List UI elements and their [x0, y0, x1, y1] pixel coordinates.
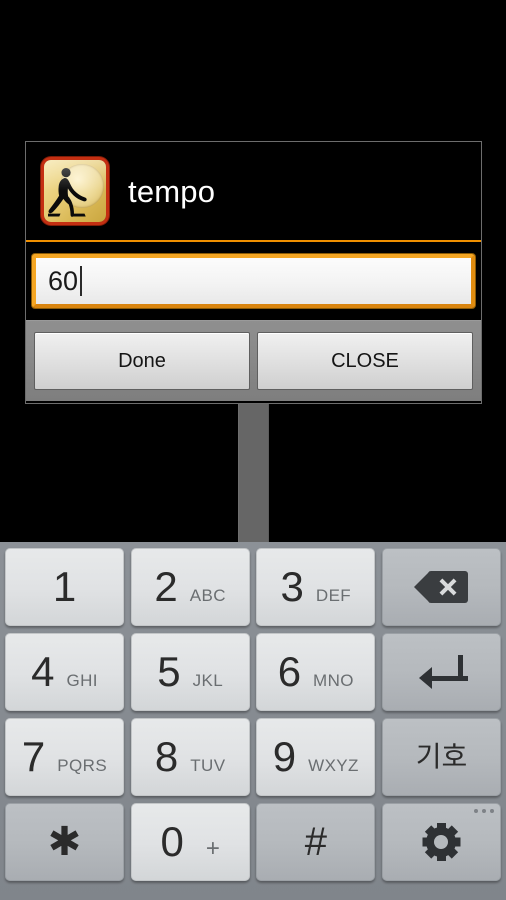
key-9-digit: 9 [272, 733, 297, 780]
keypad-row-3: 7 PQRS 8 TUV 9 WXYZ 기호 [5, 718, 501, 796]
key-asterisk[interactable]: ✱ [5, 803, 124, 881]
key-hash-glyph: # [304, 820, 327, 864]
dialog-button-bar: Done CLOSE [26, 320, 481, 401]
numeric-keypad: 1 2 ABC 3 DEF 4 GHI 5 JKL 6 MNO 7 PQRS 8… [0, 542, 506, 900]
phone-screen: tempo 60 Done CLOSE 1 2 ABC 3 DEF 4 GHI … [0, 0, 506, 900]
key-1[interactable]: 1 [5, 548, 124, 626]
page-title: tempo [128, 173, 216, 209]
keypad-row-1: 1 2 ABC 3 DEF [5, 548, 501, 626]
key-7-digit: 7 [21, 733, 46, 780]
dialog-input-row: 60 [26, 242, 481, 320]
symbol-key-label: 기호 [415, 741, 468, 772]
yoga-clock-icon [44, 160, 106, 222]
done-button[interactable]: Done [34, 332, 250, 390]
tempo-input-value: 60 [48, 265, 79, 296]
key-4-letters: GHI [66, 671, 98, 690]
enter-key[interactable] [381, 633, 501, 711]
key-6-digit: 6 [277, 648, 302, 695]
key-0-digit: 0 [160, 818, 184, 865]
key-3-digit: 3 [280, 563, 304, 610]
yoga-figure-silhouette [48, 167, 87, 217]
key-5-digit: 5 [157, 648, 181, 695]
key-6[interactable]: 6 MNO [256, 633, 376, 711]
key-5-letters: JKL [192, 671, 224, 690]
key-7[interactable]: 7 PQRS [5, 718, 124, 796]
settings-key[interactable] [381, 803, 501, 881]
key-hash[interactable]: # [256, 803, 376, 881]
key-8-digit: 8 [154, 733, 179, 780]
key-1-digit: 1 [52, 563, 77, 610]
key-2-letters: ABC [189, 586, 226, 605]
key-3-letters: DEF [315, 586, 352, 605]
key-0[interactable]: 0 + [130, 803, 250, 881]
text-caret [80, 266, 83, 296]
key-4-digit: 4 [31, 648, 55, 695]
symbol-key[interactable]: 기호 [381, 718, 501, 796]
key-8[interactable]: 8 TUV [130, 718, 250, 796]
gear-icon [422, 823, 461, 861]
dialog-stalk-decoration [238, 403, 269, 542]
keypad-row-4: ✱ 0 + # [5, 803, 501, 881]
key-2-digit: 2 [154, 563, 178, 610]
key-2[interactable]: 2 ABC [130, 548, 250, 626]
backspace-key[interactable] [381, 548, 501, 626]
dialog-title-bar: tempo [26, 142, 481, 242]
key-asterisk-glyph: ✱ [47, 820, 82, 864]
key-9-letters: WXYZ [308, 756, 359, 775]
close-button[interactable]: CLOSE [257, 332, 473, 390]
key-5[interactable]: 5 JKL [130, 633, 250, 711]
enter-icon [419, 655, 469, 689]
key-3[interactable]: 3 DEF [256, 548, 376, 626]
key-6-letters: MNO [313, 671, 354, 690]
tempo-dialog: tempo 60 Done CLOSE [25, 141, 482, 404]
key-7-letters: PQRS [57, 756, 108, 775]
key-8-letters: TUV [190, 756, 226, 775]
key-4[interactable]: 4 GHI [5, 633, 124, 711]
key-9[interactable]: 9 WXYZ [256, 718, 376, 796]
key-0-plus: + [205, 835, 220, 862]
keypad-row-2: 4 GHI 5 JKL 6 MNO [5, 633, 501, 711]
more-options-dots-icon [473, 809, 494, 813]
backspace-icon [414, 571, 469, 603]
tempo-input[interactable]: 60 [32, 254, 475, 308]
